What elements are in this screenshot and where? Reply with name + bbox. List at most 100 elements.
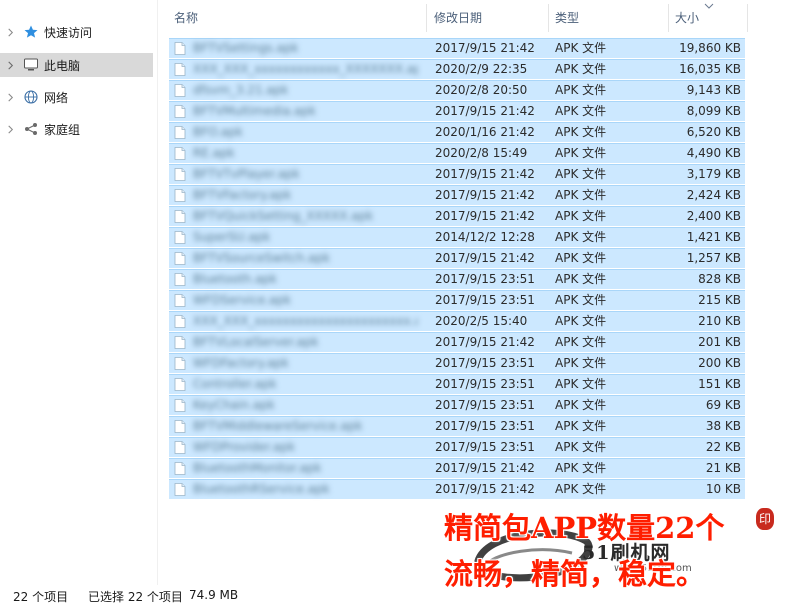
chevron-right-icon[interactable]	[6, 61, 15, 70]
apk-file-icon	[174, 84, 186, 97]
file-name[interactable]: BFTVTvPlayer.apk	[193, 166, 418, 183]
file-name[interactable]: BFTVLocalServer.apk	[193, 334, 418, 351]
file-name[interactable]: Controller.apk	[193, 376, 418, 393]
file-date: 2017/9/15 21:42	[435, 251, 535, 265]
chevron-right-icon[interactable]	[6, 93, 15, 102]
column-header-bar: 名称 修改日期 类型 大小	[158, 0, 758, 36]
file-row[interactable]: Controller.apk 2017/9/15 23:51 APK 文件 151 K…	[169, 374, 745, 394]
apk-file-icon	[174, 126, 186, 139]
chevron-right-icon[interactable]	[6, 125, 15, 134]
file-row[interactable]: BFTVSettings.apk 2017/9/15 21:42 APK 文件 19,…	[169, 38, 745, 58]
status-selected-count: 已选择 22 个项目	[88, 590, 183, 604]
file-name[interactable]: BFTVMiddlewareService.apk	[193, 418, 418, 435]
file-row[interactable]: BFTVLocalServer.apk 2017/9/15 21:42 APK 文件…	[169, 332, 745, 352]
file-row[interactable]: Bluetooth.apk 2017/9/15 23:51 APK 文件 828 KB	[169, 269, 745, 289]
file-size: 201 KB	[698, 335, 741, 349]
file-name[interactable]: WFDFactory.apk	[193, 355, 418, 372]
file-size: 200 KB	[698, 356, 741, 370]
file-name[interactable]: RE.apk	[193, 145, 418, 162]
file-row[interactable]: BluetoothRService.apk 2017/9/15 21:42 APK …	[169, 479, 745, 499]
file-name[interactable]: KeyChain.apk	[193, 397, 418, 414]
status-item-count: 22 个项目	[13, 590, 69, 604]
apk-file-icon	[174, 273, 186, 286]
file-type: APK 文件	[555, 209, 607, 223]
file-name[interactable]: WFDProvider.apk	[193, 439, 418, 456]
file-type: APK 文件	[555, 230, 607, 244]
column-divider[interactable]	[548, 4, 549, 32]
file-date: 2017/9/15 21:42	[435, 41, 535, 55]
file-size: 151 KB	[698, 377, 741, 391]
file-date: 2017/9/15 23:51	[435, 272, 535, 286]
apk-file-icon	[174, 462, 186, 475]
file-name[interactable]: BluetoothMonitor.apk	[193, 460, 418, 477]
nav-item-this-pc[interactable]: 此电脑	[0, 53, 153, 77]
apk-file-icon	[174, 294, 186, 307]
file-size: 210 KB	[698, 314, 741, 328]
column-header-date[interactable]: 修改日期	[434, 0, 482, 36]
file-row[interactable]: SuperSU.apk 2014/12/2 12:28 APK 文件 1,421 KB	[169, 227, 745, 247]
file-date: 2017/9/15 23:51	[435, 293, 535, 307]
column-divider[interactable]	[426, 4, 427, 32]
file-row[interactable]: KeyChain.apk 2017/9/15 23:51 APK 文件 69 KB	[169, 395, 745, 415]
file-name[interactable]: WFDService.apk	[193, 292, 418, 309]
navigation-pane: 快速访问 此电脑 网络 家庭组	[0, 0, 156, 585]
file-size: 828 KB	[698, 272, 741, 286]
apk-file-icon	[174, 378, 186, 391]
file-size: 16,035 KB	[679, 62, 741, 76]
apk-file-icon	[174, 483, 186, 496]
file-row[interactable]: BFTVTvPlayer.apk 2017/9/15 21:42 APK 文件 3,1…	[169, 164, 745, 184]
file-name[interactable]: BluetoothRService.apk	[193, 481, 418, 498]
file-name[interactable]: BFTVQuickSetting_XXXXX.apk	[193, 208, 418, 225]
column-divider[interactable]	[668, 4, 669, 32]
file-name[interactable]: BFTVSettings.apk	[193, 40, 418, 57]
file-size: 10 KB	[705, 482, 741, 496]
file-row[interactable]: WFDService.apk 2017/9/15 23:51 APK 文件 215 K…	[169, 290, 745, 310]
file-list: BFTVSettings.apk 2017/9/15 21:42 APK 文件 19,…	[169, 38, 745, 500]
file-row[interactable]: RE.apk 2020/2/8 15:49 APK 文件 4,490 KB	[169, 143, 745, 163]
file-name[interactable]: XXX_XXX_xxxxxxxxxxxxxxxxxxxxxx.apk	[193, 313, 418, 330]
chevron-right-icon[interactable]	[6, 28, 15, 37]
column-header-type[interactable]: 类型	[555, 0, 579, 36]
file-row[interactable]: XXX_XXX_xxxxxxxxxxxxxxxxxxxxxx.apk 2020/2…	[169, 311, 745, 331]
file-row[interactable]: BFO.apk 2020/1/16 21:42 APK 文件 6,520 KB	[169, 122, 745, 142]
file-type: APK 文件	[555, 251, 607, 265]
file-type: APK 文件	[555, 83, 607, 97]
file-name[interactable]: XXX_XXX_xxxxxxxxxxxx_XXXXXXX.apk	[193, 61, 418, 78]
file-row[interactable]: BFTVQuickSetting_XXXXX.apk 2017/9/15 21:4…	[169, 206, 745, 226]
file-row[interactable]: BFTVMultimedia.apk 2017/9/15 21:42 APK 文件 8…	[169, 101, 745, 121]
file-name[interactable]: dfsvm_3.21.apk	[193, 82, 418, 99]
file-name[interactable]: SuperSU.apk	[193, 229, 418, 246]
file-type: APK 文件	[555, 167, 607, 181]
homegroup-icon	[25, 123, 37, 135]
file-row[interactable]: BFTVSourceSwitch.apk 2017/9/15 21:42 APK 文…	[169, 248, 745, 268]
nav-item-homegroup[interactable]: 家庭组	[0, 117, 153, 141]
computer-icon	[24, 58, 38, 71]
file-size: 3,179 KB	[686, 167, 741, 181]
file-row[interactable]: WFDFactory.apk 2017/9/15 23:51 APK 文件 200 K…	[169, 353, 745, 373]
nav-label-homegroup: 家庭组	[44, 122, 81, 137]
file-row[interactable]: BluetoothMonitor.apk 2017/9/15 21:42 APK 文…	[169, 458, 745, 478]
file-type: APK 文件	[555, 461, 607, 475]
file-row[interactable]: BFTVMiddlewareService.apk 2017/9/15 23:51…	[169, 416, 745, 436]
column-header-size[interactable]: 大小	[675, 0, 699, 36]
column-header-name[interactable]: 名称	[174, 0, 198, 36]
file-row[interactable]: XXX_XXX_xxxxxxxxxxxx_XXXXXXX.apk 2020/2/9…	[169, 59, 745, 79]
file-row[interactable]: BFTVFactory.apk 2017/9/15 21:42 APK 文件 2,42…	[169, 185, 745, 205]
file-name[interactable]: BFTVSourceSwitch.apk	[193, 250, 418, 267]
file-size: 2,424 KB	[686, 188, 741, 202]
watermark-seal: 印	[756, 508, 774, 530]
file-row[interactable]: dfsvm_3.21.apk 2020/2/8 20:50 APK 文件 9,143 …	[169, 80, 745, 100]
file-name[interactable]: BFTVMultimedia.apk	[193, 103, 418, 120]
nav-item-network[interactable]: 网络	[0, 85, 153, 109]
promo-caption-line1: 精简包APP数量22个	[444, 511, 725, 545]
file-type: APK 文件	[555, 377, 607, 391]
nav-item-quick-access[interactable]: 快速访问	[0, 20, 153, 44]
file-name[interactable]: BFTVFactory.apk	[193, 187, 418, 204]
file-name[interactable]: BFO.apk	[193, 124, 418, 141]
file-row[interactable]: WFDProvider.apk 2017/9/15 23:51 APK 文件 22 K…	[169, 437, 745, 457]
apk-file-icon	[174, 315, 186, 328]
file-name[interactable]: Bluetooth.apk	[193, 271, 418, 288]
file-size: 8,099 KB	[686, 104, 741, 118]
file-date: 2017/9/15 21:42	[435, 104, 535, 118]
column-divider[interactable]	[747, 4, 748, 32]
